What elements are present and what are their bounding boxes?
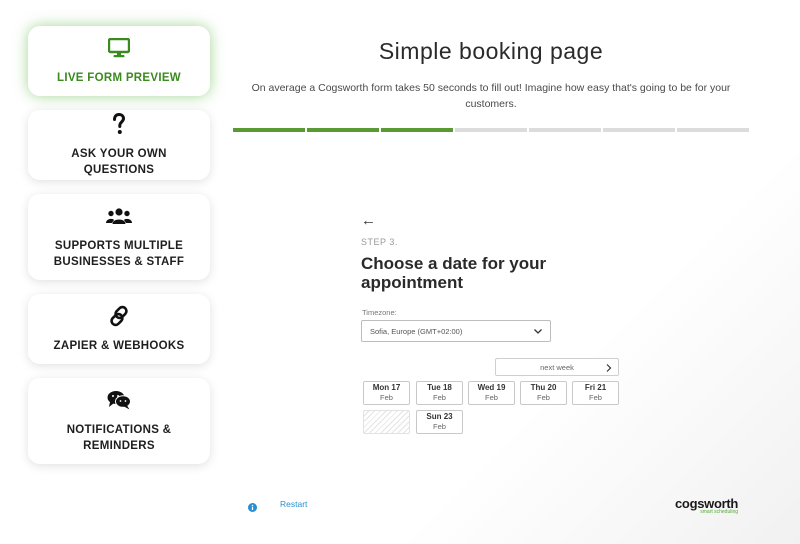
sidebar-item-live-form-preview[interactable]: LIVE FORM PREVIEW bbox=[28, 26, 210, 96]
day-month: Feb bbox=[380, 393, 393, 402]
day-option-thu[interactable]: Thu 20 Feb bbox=[520, 381, 567, 405]
sidebar-item-ask-questions[interactable]: ASK YOUR OWN QUESTIONS bbox=[28, 110, 210, 180]
next-week-button[interactable]: next week bbox=[495, 358, 619, 376]
day-name: Sun 23 bbox=[426, 412, 453, 421]
day-option-fri[interactable]: Fri 21 Feb bbox=[572, 381, 619, 405]
day-month: Feb bbox=[485, 393, 498, 402]
chevron-down-icon bbox=[533, 326, 543, 338]
day-name: Wed 19 bbox=[477, 383, 506, 392]
back-arrow-button[interactable]: ← bbox=[361, 212, 376, 229]
page-subtitle: On average a Cogsworth form takes 50 sec… bbox=[251, 82, 731, 110]
cogsworth-logo: cogsworth smart scheduling bbox=[675, 496, 738, 515]
progress-segment bbox=[307, 128, 379, 132]
day-month: Feb bbox=[589, 393, 602, 402]
form-heading: Choose a date for your appointment bbox=[361, 254, 547, 292]
progress-segment bbox=[677, 128, 749, 132]
chat-icon bbox=[107, 388, 131, 412]
progress-segment bbox=[603, 128, 675, 132]
sidebar-item-notifications[interactable]: NOTIFICATIONS & REMINDERS bbox=[28, 378, 210, 464]
step-label: STEP 3. bbox=[361, 237, 398, 247]
sidebar-item-label: NOTIFICATIONS & REMINDERS bbox=[66, 424, 172, 452]
progress-segment bbox=[455, 128, 527, 132]
timezone-label: Timezone: bbox=[362, 308, 397, 317]
day-month: Feb bbox=[537, 393, 550, 402]
day-name: Mon 17 bbox=[372, 383, 401, 392]
day-option-mon[interactable]: Mon 17 Feb bbox=[363, 381, 410, 405]
sidebar-item-label: SUPPORTS MULTIPLE BUSINESSES & STAFF bbox=[53, 240, 185, 268]
day-name: Fri 21 bbox=[584, 383, 607, 392]
day-name: Tue 18 bbox=[427, 383, 452, 392]
restart-link[interactable]: Restart bbox=[280, 499, 307, 509]
sidebar-item-multiple-businesses[interactable]: SUPPORTS MULTIPLE BUSINESSES & STAFF bbox=[28, 194, 210, 280]
day-month: Feb bbox=[433, 422, 446, 431]
timezone-select[interactable]: Sofia, Europe (GMT+02:00) bbox=[361, 320, 551, 342]
progress-segment bbox=[381, 128, 453, 132]
sidebar-item-zapier-webhooks[interactable]: ZAPIER & WEBHOOKS bbox=[28, 294, 210, 364]
next-week-label: next week bbox=[540, 362, 574, 372]
link-icon bbox=[108, 304, 130, 328]
sidebar-item-label: ASK YOUR OWN QUESTIONS bbox=[71, 148, 167, 176]
day-option-wed[interactable]: Wed 19 Feb bbox=[468, 381, 515, 405]
sidebar-item-label: ZAPIER & WEBHOOKS bbox=[53, 340, 185, 352]
question-icon bbox=[112, 112, 126, 136]
page-title: Simple booking page bbox=[378, 38, 604, 64]
users-icon bbox=[106, 204, 132, 228]
progress-bar bbox=[233, 128, 749, 132]
chevron-right-icon bbox=[605, 363, 613, 375]
day-month: Feb bbox=[433, 393, 446, 402]
sidebar-item-label: LIVE FORM PREVIEW bbox=[57, 72, 181, 84]
progress-segment bbox=[233, 128, 305, 132]
day-name: Thu 20 bbox=[530, 383, 557, 392]
monitor-icon bbox=[108, 36, 130, 60]
timezone-value: Sofia, Europe (GMT+02:00) bbox=[370, 326, 463, 336]
day-option-unavailable bbox=[363, 410, 410, 434]
progress-segment bbox=[529, 128, 601, 132]
day-option-tue[interactable]: Tue 18 Feb bbox=[416, 381, 463, 405]
day-option-sun[interactable]: Sun 23 Feb bbox=[416, 410, 463, 434]
info-icon[interactable] bbox=[248, 499, 257, 517]
